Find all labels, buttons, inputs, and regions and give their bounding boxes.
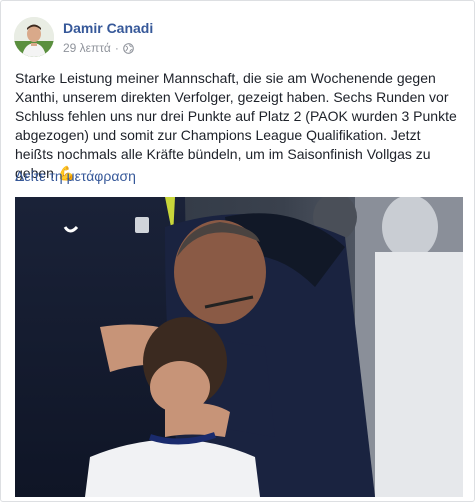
author-name[interactable]: Damir Canadi: [63, 20, 153, 36]
avatar-image: [14, 17, 54, 57]
meta-separator: ·: [114, 41, 119, 55]
post-photo[interactable]: [15, 197, 463, 497]
see-translation-link[interactable]: Δείτε τη μετάφραση: [15, 168, 136, 184]
photo-image: [15, 197, 463, 497]
post-meta: 29 λεπτά ·: [63, 41, 134, 55]
author-avatar[interactable]: [14, 17, 54, 57]
post-text: Starke Leistung meiner Mannschaft, die s…: [15, 70, 457, 181]
globe-icon[interactable]: [123, 42, 134, 54]
post-timestamp[interactable]: 29 λεπτά: [63, 41, 111, 55]
post-card: Damir Canadi 29 λεπτά · Starke Leistung …: [0, 0, 475, 502]
